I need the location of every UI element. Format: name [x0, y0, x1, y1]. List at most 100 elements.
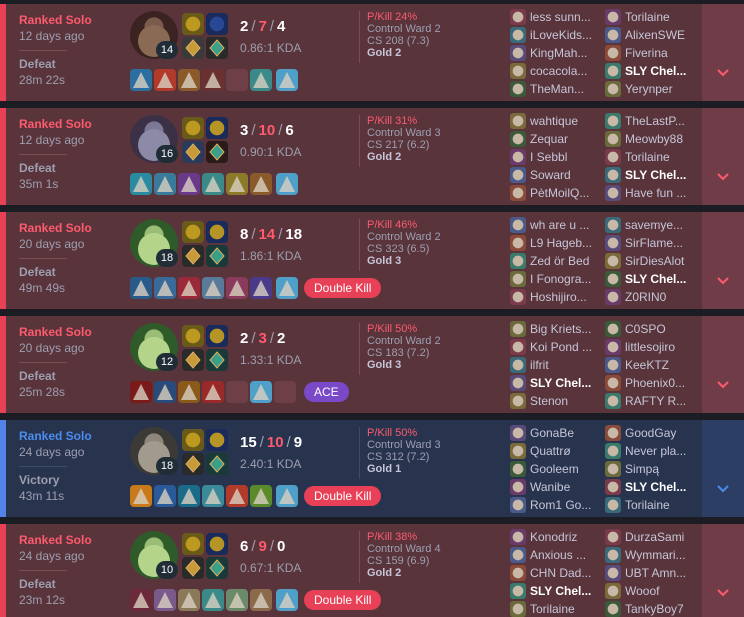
- keystone-rune-icon[interactable]: [182, 349, 204, 371]
- player-row[interactable]: less sunn...: [510, 8, 602, 26]
- secondary-rune-icon[interactable]: [206, 349, 228, 371]
- player-name[interactable]: I Fonogra...: [530, 272, 591, 286]
- player-name[interactable]: Yerynper: [625, 82, 673, 96]
- player-row[interactable]: wh are u ...: [510, 216, 602, 234]
- player-name[interactable]: Wanibe: [530, 480, 570, 494]
- player-name[interactable]: Torilaine: [625, 10, 670, 24]
- item-icon[interactable]: [154, 381, 176, 403]
- player-row[interactable]: ilfrit: [510, 356, 602, 374]
- match-card[interactable]: Ranked Solo 24 days ago Defeat 23m 12s 1…: [0, 524, 744, 617]
- player-row[interactable]: AlixenSWE: [605, 26, 697, 44]
- expand-details-button[interactable]: [702, 108, 744, 205]
- expand-details-button[interactable]: [702, 212, 744, 309]
- player-name[interactable]: iLoveKids...: [530, 28, 592, 42]
- player-name[interactable]: UBT Amn...: [625, 566, 686, 580]
- expand-details-button[interactable]: [702, 420, 744, 517]
- player-name[interactable]: Rom1 Go...: [530, 498, 591, 512]
- item-icon[interactable]: [250, 381, 272, 403]
- expand-details-button[interactable]: [702, 524, 744, 617]
- item-icon[interactable]: [178, 485, 200, 507]
- item-icon[interactable]: [226, 589, 248, 611]
- player-row[interactable]: Fiverina: [605, 44, 697, 62]
- player-row[interactable]: Wanibe: [510, 478, 602, 496]
- match-card[interactable]: Ranked Solo 12 days ago Defeat 28m 22s 1…: [0, 4, 744, 101]
- player-name[interactable]: Torilaine: [530, 602, 575, 616]
- summoner-spell-1-icon[interactable]: [182, 429, 204, 451]
- player-name[interactable]: SLY Chel...: [530, 584, 591, 598]
- summoner-spell-1-icon[interactable]: [182, 13, 204, 35]
- player-name[interactable]: SirDiesAlot: [625, 254, 684, 268]
- player-row[interactable]: Phoenix0...: [605, 374, 697, 392]
- player-row[interactable]: RAFTY R...: [605, 392, 697, 410]
- item-icon[interactable]: [250, 485, 272, 507]
- player-name[interactable]: RAFTY R...: [625, 394, 686, 408]
- player-row[interactable]: Torilaine: [605, 8, 697, 26]
- item-icon[interactable]: [154, 277, 176, 299]
- player-row[interactable]: Z0RIN0: [605, 288, 697, 306]
- player-row[interactable]: Anxious ...: [510, 546, 602, 564]
- player-row[interactable]: Yerynper: [605, 80, 697, 98]
- player-row[interactable]: Hoshijiro...: [510, 288, 602, 306]
- item-icon[interactable]: [130, 589, 152, 611]
- player-row[interactable]: SirFlame...: [605, 234, 697, 252]
- player-name[interactable]: Konodriz: [530, 530, 577, 544]
- player-row[interactable]: Zed ör Bed: [510, 252, 602, 270]
- player-name[interactable]: TheMan...: [530, 82, 584, 96]
- item-icon[interactable]: [130, 69, 152, 91]
- player-name[interactable]: Wymmari...: [625, 548, 686, 562]
- player-row[interactable]: Big Kriets...: [510, 320, 602, 338]
- keystone-rune-icon[interactable]: [182, 453, 204, 475]
- player-name[interactable]: SLY Chel...: [530, 376, 591, 390]
- summoner-spell-2-icon[interactable]: [206, 429, 228, 451]
- secondary-rune-icon[interactable]: [206, 141, 228, 163]
- player-row[interactable]: SirDiesAlot: [605, 252, 697, 270]
- player-name[interactable]: Simpą: [625, 462, 659, 476]
- player-name[interactable]: L9 Hageb...: [530, 236, 592, 250]
- player-name[interactable]: Gooleem: [530, 462, 579, 476]
- player-name[interactable]: Z0RIN0: [625, 290, 666, 304]
- item-icon[interactable]: [226, 173, 248, 195]
- keystone-rune-icon[interactable]: [182, 245, 204, 267]
- ward-trinket-icon[interactable]: [276, 69, 298, 91]
- player-name[interactable]: Koi Pond ...: [530, 340, 592, 354]
- player-name[interactable]: less sunn...: [530, 10, 591, 24]
- expand-details-button[interactable]: [702, 4, 744, 101]
- player-row[interactable]: SLY Chel...: [510, 582, 602, 600]
- summoner-spell-1-icon[interactable]: [182, 117, 204, 139]
- player-row[interactable]: PètMoilQ...: [510, 184, 602, 202]
- player-row[interactable]: Soward: [510, 166, 602, 184]
- keystone-rune-icon[interactable]: [182, 141, 204, 163]
- item-icon[interactable]: [202, 69, 224, 91]
- player-row[interactable]: SLY Chel...: [605, 62, 697, 80]
- item-icon[interactable]: [202, 485, 224, 507]
- player-row[interactable]: wahtique: [510, 112, 602, 130]
- player-row[interactable]: C0SPO: [605, 320, 697, 338]
- player-name[interactable]: AlixenSWE: [625, 28, 685, 42]
- player-row[interactable]: I Fonogra...: [510, 270, 602, 288]
- player-name[interactable]: TheLastP...: [625, 114, 685, 128]
- player-name[interactable]: Phoenix0...: [625, 376, 685, 390]
- summoner-spell-2-icon[interactable]: [206, 221, 228, 243]
- player-row[interactable]: L9 Hageb...: [510, 234, 602, 252]
- item-icon[interactable]: [154, 485, 176, 507]
- ward-trinket-icon[interactable]: [276, 589, 298, 611]
- player-name[interactable]: Quattrø: [530, 444, 571, 458]
- player-row[interactable]: Meowby88: [605, 130, 697, 148]
- item-icon[interactable]: [154, 173, 176, 195]
- player-name[interactable]: C0SPO: [625, 322, 666, 336]
- player-row[interactable]: Have fun ...: [605, 184, 697, 202]
- summoner-spell-2-icon[interactable]: [206, 13, 228, 35]
- player-name[interactable]: Wooof: [625, 584, 659, 598]
- ward-trinket-icon[interactable]: [276, 173, 298, 195]
- player-row[interactable]: Torilaine: [510, 600, 602, 617]
- player-row[interactable]: Torilaine: [605, 496, 697, 514]
- player-name[interactable]: Big Kriets...: [530, 322, 591, 336]
- item-icon[interactable]: [154, 589, 176, 611]
- item-icon[interactable]: [250, 589, 272, 611]
- match-card[interactable]: Ranked Solo 12 days ago Defeat 35m 1s 16…: [0, 108, 744, 205]
- player-row[interactable]: Torilaine: [605, 148, 697, 166]
- player-row[interactable]: DurzaSami: [605, 528, 697, 546]
- item-icon[interactable]: [154, 69, 176, 91]
- player-name[interactable]: SLY Chel...: [625, 272, 686, 286]
- item-icon[interactable]: [202, 173, 224, 195]
